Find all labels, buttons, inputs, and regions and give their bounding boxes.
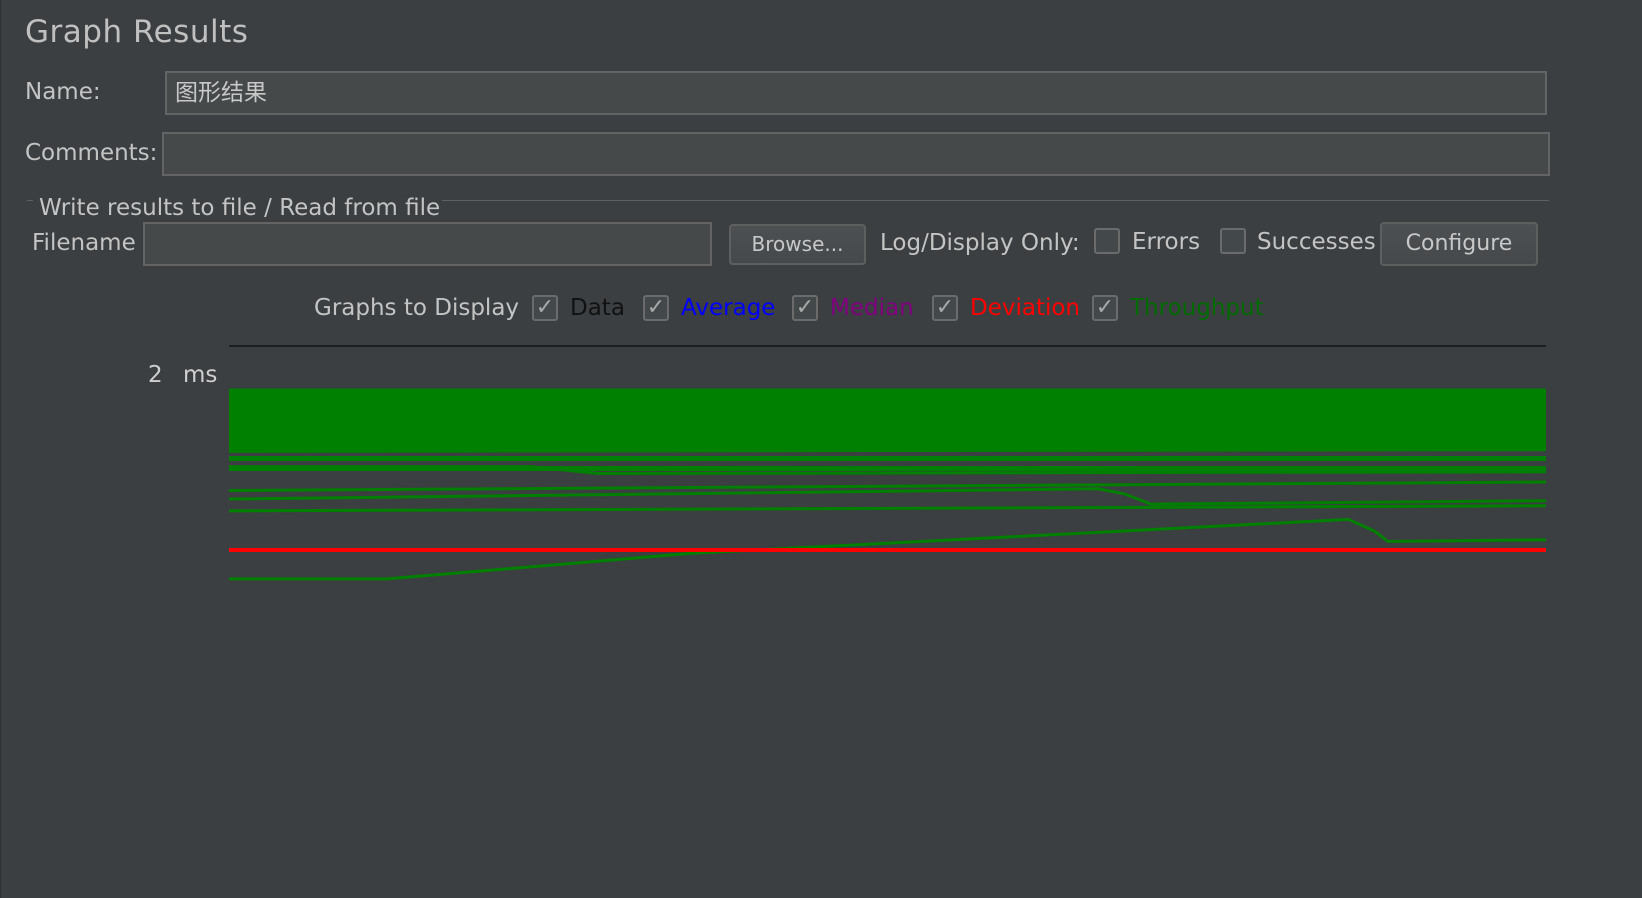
errors-checkbox[interactable] <box>1094 228 1120 254</box>
filename-input[interactable] <box>143 222 712 266</box>
comments-input[interactable] <box>162 132 1550 176</box>
y-unit-label: ms <box>183 362 217 388</box>
throughput-graph-label: Throughput <box>1130 295 1264 321</box>
graph-area: 2 ms <box>1 340 1642 898</box>
group-border-left <box>27 200 33 201</box>
file-group-title: Write results to file / Read from file <box>37 195 443 221</box>
series-layer <box>228 388 1547 581</box>
successes-checkbox[interactable] <box>1220 228 1246 254</box>
deviation-checkbox[interactable]: ✓ <box>932 295 958 321</box>
errors-label: Errors <box>1132 229 1201 255</box>
median-graph-label: Median <box>830 295 914 321</box>
browse-button[interactable]: Browse... <box>729 224 866 265</box>
data-graph-label: Data <box>570 295 625 321</box>
average-graph-label: Average <box>681 295 776 321</box>
comments-label: Comments: <box>25 140 158 166</box>
graph-results-panel: Graph Results Name: 图形结果 Comments: Write… <box>0 0 1642 898</box>
log-display-only-label: Log/Display Only: <box>880 230 1080 256</box>
average-checkbox[interactable]: ✓ <box>643 295 669 321</box>
throughput-checkbox[interactable]: ✓ <box>1092 295 1118 321</box>
results-graph: 2 ms <box>148 345 1547 581</box>
throughput-series-line <box>228 480 1547 492</box>
median-checkbox[interactable]: ✓ <box>792 295 818 321</box>
page-title: Graph Results <box>25 14 249 50</box>
name-label: Name: <box>25 79 101 105</box>
configure-button[interactable]: Configure <box>1380 222 1538 266</box>
group-border-right <box>429 200 1549 201</box>
filename-label: Filename <box>32 230 136 256</box>
throughput-series-line <box>228 504 1547 513</box>
y-max-label: 2 <box>148 362 163 388</box>
name-input[interactable]: 图形结果 <box>165 71 1547 115</box>
successes-label: Successes <box>1257 229 1376 255</box>
deviation-graph-label: Deviation <box>970 295 1081 321</box>
data-checkbox[interactable]: ✓ <box>532 295 558 321</box>
graphs-to-display-label: Graphs to Display <box>314 295 520 321</box>
throughput-band <box>229 388 1546 447</box>
throughput-series-line <box>228 487 1547 506</box>
throughput-series-line <box>228 448 1547 453</box>
